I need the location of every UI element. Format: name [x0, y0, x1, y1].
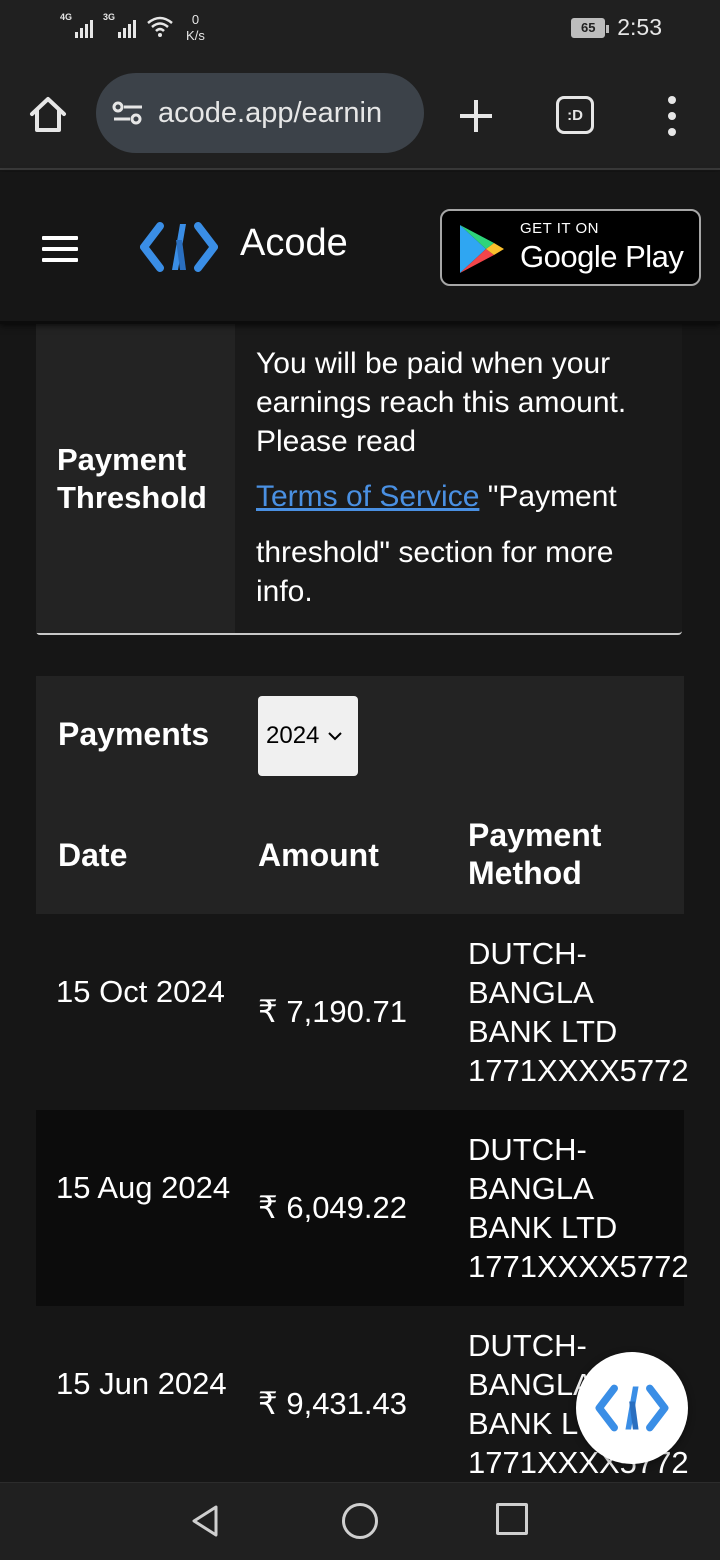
plus-icon[interactable] [456, 96, 496, 136]
cell-date: 15 Jun 2024 [56, 1366, 227, 1401]
tab-switcher-label: :D [567, 106, 583, 124]
battery-icon: 65 [571, 17, 610, 38]
cell-method: DUTCH-BANGLA BANK LTD 1771XXXX5772 [468, 936, 689, 1088]
home-circle-icon[interactable] [342, 1503, 378, 1539]
site-header: Acode GET IT ON Google Play [0, 172, 720, 324]
clock: 2:53 [617, 14, 662, 40]
brand-name[interactable]: Acode [240, 222, 348, 265]
table-row: 15 Aug 2024 ₹ 6,049.22 DUTCH-BANGLA BANK… [36, 1110, 689, 1306]
table-row: 15 Oct 2024 ₹ 7,190.71 DUTCH-BANGLA BANK… [36, 914, 689, 1110]
year-select-value: 2024 [266, 722, 320, 749]
signal-1-label: 4G [60, 12, 73, 22]
play-small-text: GET IT ON [520, 220, 599, 237]
status-left: 4G 3G 0 K/s [60, 12, 205, 48]
threshold-text-before: You will be paid when your earnings reac… [256, 347, 627, 458]
cell-date: 15 Aug 2024 [56, 1170, 231, 1205]
cell-amount: ₹ 9,431.43 [258, 1386, 408, 1421]
signal-1-icon: 4G [60, 12, 94, 38]
tune-icon[interactable] [112, 100, 144, 126]
acode-logo-icon [595, 1384, 669, 1432]
net-speed-unit: K/s [186, 28, 205, 43]
column-header-date: Date [58, 837, 128, 873]
home-icon[interactable] [26, 92, 70, 136]
play-big-text: Google Play [520, 239, 684, 274]
wifi-icon [147, 16, 173, 37]
chevron-down-icon [328, 732, 343, 741]
signal-2-label: 3G [103, 12, 116, 22]
acode-fab-button[interactable] [576, 1352, 688, 1464]
status-right: 65 2:53 [571, 14, 662, 41]
google-play-icon [460, 225, 504, 273]
cell-date: 15 Oct 2024 [56, 974, 225, 1009]
acode-logo-icon[interactable] [140, 216, 218, 278]
terms-of-service-link[interactable]: Terms of Service [256, 480, 479, 513]
net-speed-value: 0 [191, 12, 200, 27]
column-header-method: Payment Method [468, 817, 602, 891]
year-select[interactable]: 2024 [258, 696, 358, 776]
signal-2-icon: 3G [103, 12, 137, 38]
recent-square-icon[interactable] [496, 1503, 528, 1535]
tab-switcher-button[interactable]: :D [556, 96, 594, 134]
column-header-amount: Amount [258, 837, 379, 873]
system-nav-bar [0, 1482, 720, 1560]
google-play-badge[interactable]: GET IT ON Google Play [440, 209, 701, 286]
back-triangle-icon[interactable] [186, 1501, 226, 1541]
threshold-text: You will be paid when your earnings reac… [256, 344, 676, 611]
address-bar[interactable]: acode.app/earnin [96, 73, 424, 153]
payments-header: Payments 2024 Date Amount Payment Method [36, 676, 684, 914]
status-bar: 4G 3G 0 K/s 65 2:53 [0, 0, 720, 60]
url-text: acode.app/earnin [158, 96, 383, 129]
payments-title: Payments [58, 716, 210, 752]
cell-method: DUTCH-BANGLA BANK LTD 1771XXXX5772 [468, 1132, 689, 1284]
cell-amount: ₹ 7,190.71 [258, 994, 408, 1029]
cell-amount: ₹ 6,049.22 [258, 1190, 408, 1225]
more-vert-icon[interactable] [664, 96, 680, 136]
page-content: Payment Threshold You will be paid when … [0, 324, 720, 1482]
net-speed: 0 K/s [186, 12, 205, 44]
browser-toolbar: acode.app/earnin :D [0, 60, 720, 170]
threshold-card: Payment Threshold You will be paid when … [36, 324, 682, 635]
battery-level: 65 [581, 20, 596, 35]
hamburger-icon[interactable] [42, 236, 78, 262]
threshold-label: Payment Threshold [36, 324, 235, 633]
